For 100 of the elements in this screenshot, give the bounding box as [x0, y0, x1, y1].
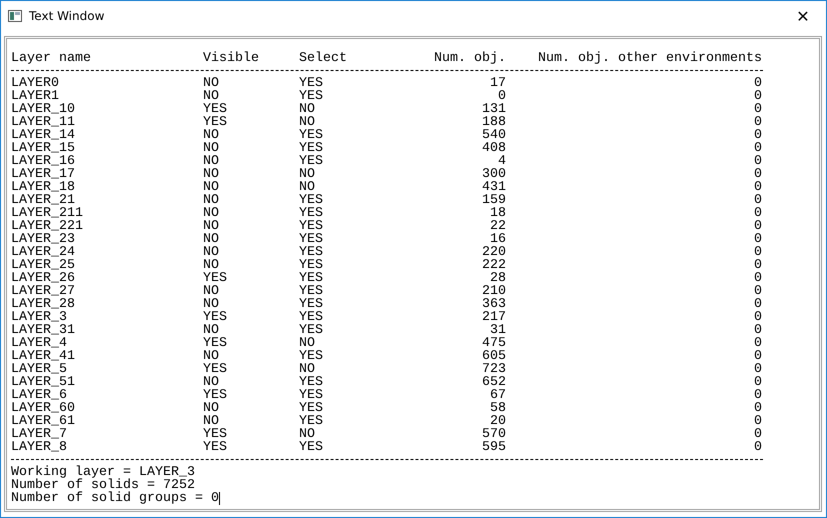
table-cell-text: YES [203, 389, 228, 402]
column-header: Select [299, 52, 348, 65]
table-cell-text: NO [203, 155, 220, 168]
table-cell-text: 210 [481, 285, 506, 298]
table-cell-text: YES [299, 285, 324, 298]
table-cell-text: LAYER_28 [11, 298, 76, 311]
table-cell-text: YES [299, 389, 324, 402]
table-cell-text: YES [299, 246, 324, 259]
table-cell-text: 0 [753, 246, 762, 259]
table-cell-text: 300 [481, 168, 506, 181]
table-cell-text: 475 [481, 337, 506, 350]
table-cell-text: 431 [481, 181, 506, 194]
table-cell-text: 0 [753, 155, 762, 168]
table-cell-text: 18 [489, 207, 506, 220]
table-cell-text: LAYER_24 [11, 246, 76, 259]
table-cell-text: 0 [753, 116, 762, 129]
table-cell-text: YES [299, 311, 324, 324]
column-header: Layer name [11, 52, 92, 65]
table-cell-text: 723 [481, 363, 506, 376]
table-cell-text: YES [299, 207, 324, 220]
table-cell-text: YES [299, 233, 324, 246]
table-cell-text: 0 [753, 142, 762, 155]
table-cell-text: LAYER_4 [11, 337, 67, 350]
column-header: Num. obj. other environments [537, 52, 762, 65]
table-cell-text: LAYER_31 [11, 324, 76, 337]
table-cell-text: NO [299, 181, 315, 194]
table-cell-text: YES [299, 155, 324, 168]
table-cell-text: 4 [498, 155, 506, 168]
table-cell-text: 0 [753, 350, 762, 363]
table-cell-text: LAYER_15 [11, 142, 76, 155]
table-cell-text: 605 [481, 350, 506, 363]
summary-line: Working layer = LAYER_3 [11, 466, 195, 479]
table-cell-text: 0 [498, 90, 506, 103]
table-cell-text: LAYER0 [11, 77, 60, 90]
table-cell-text: LAYER_7 [11, 428, 68, 441]
table-cell-text: 0 [753, 337, 762, 350]
table-cell-text: LAYER_51 [11, 376, 76, 389]
table-cell-text: NO [299, 363, 315, 376]
table-cell-text: LAYER_26 [11, 272, 76, 285]
table-cell-text: YES [299, 77, 324, 90]
table-cell-text: YES [299, 376, 324, 389]
table-cell-text: LAYER_23 [11, 233, 76, 246]
table-cell-text: LAYER_6 [11, 389, 67, 402]
table-cell-text: 0 [753, 428, 762, 441]
close-button[interactable]: ✕ [780, 1, 826, 31]
table-cell-text: YES [299, 298, 324, 311]
table-cell-text: NO [203, 350, 219, 363]
table-cell-text: LAYER_211 [11, 207, 84, 220]
text-cursor [218, 492, 220, 505]
table-cell-text: 58 [489, 402, 506, 415]
table-cell-text: LAYER_16 [11, 155, 76, 168]
table-cell-text: NO [299, 337, 315, 350]
table-cell-text: NO [203, 207, 220, 220]
table-cell-text: 0 [753, 324, 762, 337]
table-cell-text: NO [203, 233, 220, 246]
column-header: Visible [203, 52, 260, 65]
table-cell-text: NO [203, 181, 220, 194]
table-cell-text: NO [203, 194, 220, 207]
table-cell-text: 0 [753, 90, 762, 103]
table-cell-text: LAYER1 [11, 90, 59, 103]
table-cell-text: 67 [489, 389, 506, 402]
table-cell-text: 20 [490, 415, 506, 428]
table-cell-text: 220 [481, 246, 506, 259]
table-cell-text: NO [203, 324, 219, 337]
summary-line: Number of solids = 7252 [11, 479, 195, 492]
table-cell-text: YES [299, 415, 324, 428]
table-cell-text: LAYER_11 [11, 116, 76, 129]
table-cell-text: LAYER_10 [11, 103, 76, 116]
table-cell-text: 188 [481, 116, 506, 129]
table-cell-text: 0 [753, 103, 762, 116]
table-cell-text: 222 [481, 259, 506, 272]
table-cell-text: YES [299, 194, 324, 207]
table-cell-text: YES [299, 259, 324, 272]
table-cell-text: YES [299, 350, 324, 363]
table-cell-text: YES [203, 272, 228, 285]
table-cell-text: YES [299, 220, 324, 233]
table-cell-text: YES [203, 311, 228, 324]
table-cell-text: NO [203, 259, 219, 272]
table-cell-text: 17 [489, 77, 506, 90]
window-icon [8, 10, 22, 22]
table-cell-text: YES [203, 103, 228, 116]
table-cell-text: 0 [753, 168, 762, 181]
table-cell-text: LAYER_3 [11, 311, 67, 324]
table-cell-text: 0 [753, 77, 762, 90]
table-cell-text: 0 [753, 441, 762, 454]
table-cell-text: NO [203, 220, 220, 233]
table-cell-text: NO [203, 298, 219, 311]
table-cell-text: 408 [481, 142, 506, 155]
table-cell-text: LAYER_27 [11, 285, 76, 298]
table-cell-text: 0 [753, 259, 762, 272]
table-cell-text: 0 [753, 298, 762, 311]
table-cell-text: NO [203, 376, 219, 389]
table-cell-text: 0 [753, 402, 762, 415]
table-cell-text: 363 [481, 298, 506, 311]
table-cell-text: YES [299, 272, 324, 285]
table-cell-text: NO [203, 285, 220, 298]
table-cell-text: LAYER_41 [11, 350, 76, 363]
table-cell-text: 0 [753, 181, 762, 194]
table-cell-text: NO [203, 90, 219, 103]
table-cell-text: YES [299, 129, 324, 142]
